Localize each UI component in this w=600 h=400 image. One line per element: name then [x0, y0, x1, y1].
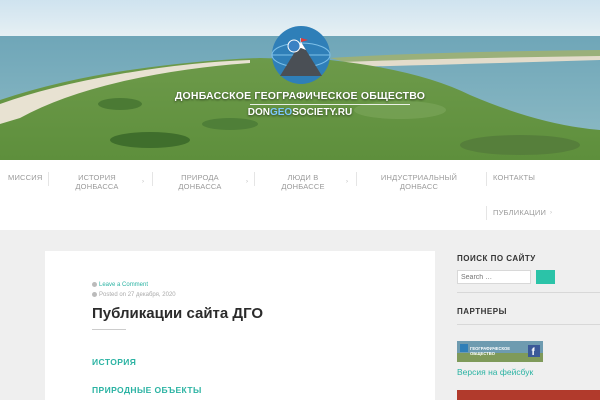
domain-prefix: DON — [247, 107, 270, 118]
sidebar-divider — [457, 292, 600, 293]
search-button[interactable] — [536, 270, 555, 284]
chevron-right-icon: › — [142, 179, 145, 185]
site-domain[interactable]: DONGEOSOCIETY.RU — [0, 107, 600, 118]
nav-separator — [486, 172, 487, 186]
title-divider — [92, 329, 126, 330]
title-divider — [250, 104, 410, 105]
banner-text-line2: ОБЩЕСТВО — [470, 351, 496, 356]
nav-separator — [152, 172, 153, 186]
nav-item-contacts[interactable]: КОНТАКТЫ — [493, 173, 535, 182]
nav-separator — [486, 206, 487, 220]
nav-item-nature[interactable]: ПРИРОДА ДОНБАССА › — [175, 173, 248, 191]
nav-label: ЛЮДИ В — [287, 173, 319, 182]
nav-label-line2: ДОНБАССЕ — [281, 182, 325, 191]
sidebar-divider — [457, 324, 600, 325]
nav-separator — [48, 172, 49, 186]
category-link-nature-objects[interactable]: ПРИРОДНЫЕ ОБЪЕКТЫ — [92, 385, 202, 395]
nav-item-history[interactable]: ИСТОРИЯ ДОНБАССА › — [72, 173, 144, 191]
nav-label-line2: ДОНБАСС — [399, 182, 439, 191]
nav-item-mission[interactable]: МИССИЯ — [8, 173, 42, 182]
nav-separator — [254, 172, 255, 186]
posted-on-label: Posted on — [99, 292, 127, 299]
nav-item-industrial[interactable]: ИНДУСТРИАЛЬНЫЙ ДОНБАСС — [378, 173, 460, 191]
nav-label: ИНДУСТРИАЛЬНЫЙ — [380, 173, 458, 182]
post-title: Публикации сайта ДГО — [92, 305, 264, 322]
leave-comment-link[interactable]: Leave a Comment — [99, 282, 148, 288]
site-title[interactable]: ДОНБАССКОЕ ГЕОГРАФИЧЕСКОЕ ОБЩЕСТВО — [0, 90, 600, 102]
partners-widget-heading: ПАРТНЕРЫ — [457, 307, 507, 316]
search-input[interactable] — [457, 270, 531, 284]
nav-item-people[interactable]: ЛЮДИ В ДОНБАССЕ › — [278, 173, 348, 191]
nav-label-line2: ДОНБАССА — [75, 182, 119, 191]
clock-icon — [92, 292, 97, 297]
society-logo — [271, 26, 331, 84]
nav-label: ПУБЛИКАЦИИ — [493, 208, 547, 217]
comment-icon — [92, 282, 97, 287]
next-widget-banner[interactable] — [457, 390, 600, 400]
chevron-right-icon: › — [246, 179, 249, 185]
chevron-right-icon: › — [550, 210, 553, 216]
nav-label-line2: ДОНБАССА — [178, 182, 222, 191]
post-date-meta: Posted on 27 декабря, 2020 — [92, 292, 176, 298]
nav-label: ПРИРОДА — [181, 173, 219, 182]
nav-label: МИССИЯ — [8, 173, 43, 182]
post-date[interactable]: 27 декабря, 2020 — [128, 292, 176, 298]
post-card: Leave a Comment Posted on 27 декабря, 20… — [45, 251, 435, 400]
nav-separator — [356, 172, 357, 186]
chevron-right-icon: › — [346, 179, 349, 185]
nav-label: ИСТОРИЯ — [78, 173, 116, 182]
site-header-banner: ДОНБАССКОЕ ГЕОГРАФИЧЕСКОЕ ОБЩЕСТВО DONGE… — [0, 0, 600, 160]
domain-suffix: SOCIETY.RU — [292, 107, 353, 118]
search-widget-heading: ПОИСК ПО САЙТУ — [457, 254, 536, 263]
post-comment-meta: Leave a Comment — [92, 282, 148, 288]
domain-accent: GEO — [269, 107, 293, 118]
category-link-history[interactable]: ИСТОРИЯ — [92, 357, 136, 367]
partner-banner-facebook[interactable]: ГЕОГРАФИЧЕСКОЕ ОБЩЕСТВО f — [457, 341, 543, 362]
nav-label: КОНТАКТЫ — [493, 173, 536, 182]
main-navigation: МИССИЯ ИСТОРИЯ ДОНБАССА › ПРИРОДА ДОНБАС… — [0, 160, 600, 230]
facebook-version-link[interactable]: Версия на фейсбук — [457, 367, 533, 377]
nav-item-publications[interactable]: ПУБЛИКАЦИИ › — [493, 208, 552, 217]
